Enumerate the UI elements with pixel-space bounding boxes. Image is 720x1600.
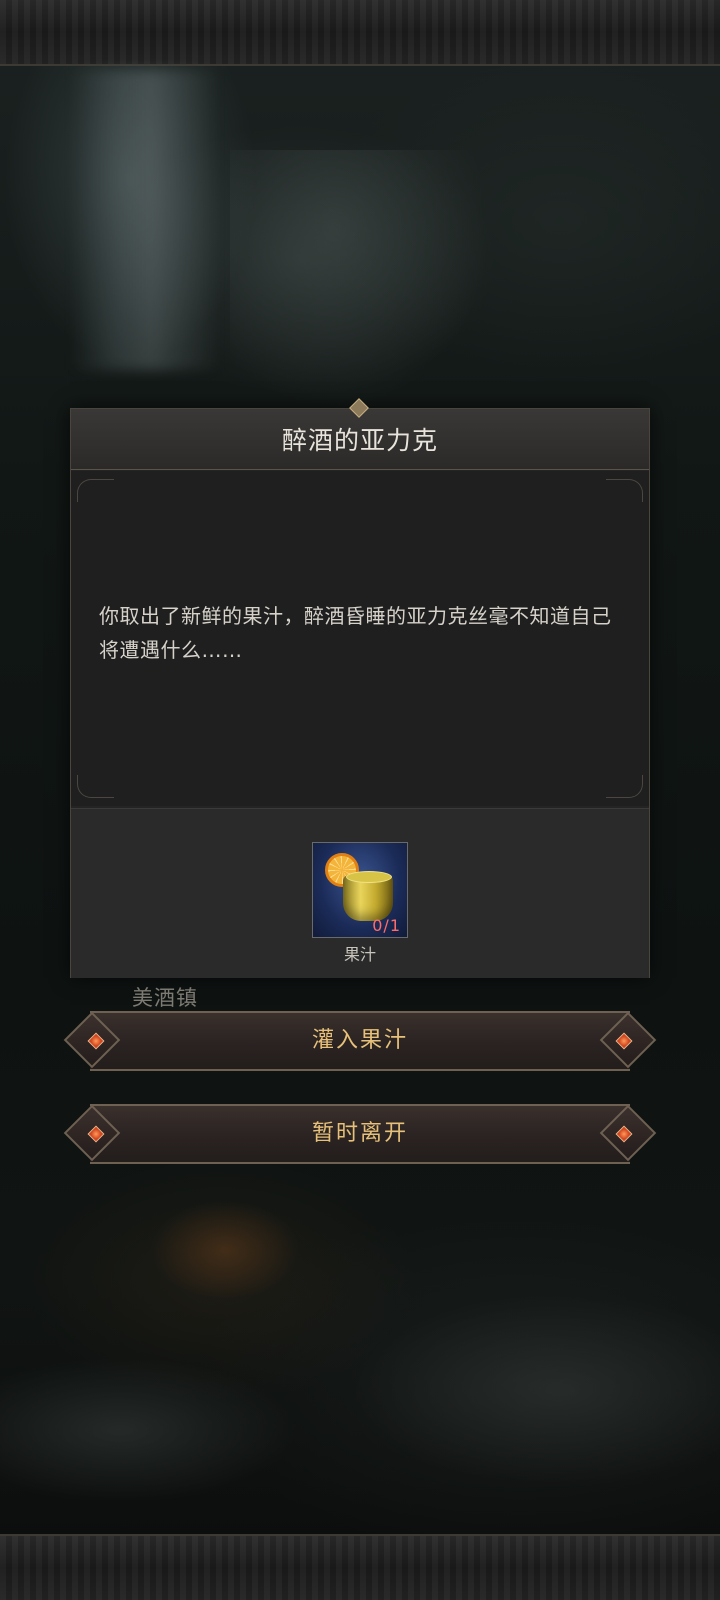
dialog-body: 你取出了新鲜的果汁，醉酒昏睡的亚力克丝毫不知道自己将遭遇什么…… bbox=[71, 471, 649, 806]
dialog-header: 醉酒的亚力克 bbox=[71, 398, 649, 470]
top-frame-border bbox=[0, 0, 720, 66]
required-items-panel: 0/1 果汁 bbox=[71, 808, 649, 978]
leave-label: 暂时离开 bbox=[311, 1121, 408, 1146]
location-label: 美酒镇 bbox=[132, 986, 198, 1010]
pour-juice-label: 灌入果汁 bbox=[311, 1028, 408, 1053]
background-waterfall bbox=[70, 70, 220, 370]
item-slot-juice[interactable]: 0/1 bbox=[312, 842, 408, 938]
leave-button[interactable]: 暂时离开 bbox=[63, 1104, 657, 1164]
background-campfire bbox=[150, 1200, 300, 1300]
story-text: 你取出了新鲜的果汁，醉酒昏睡的亚力克丝毫不知道自己将遭遇什么…… bbox=[99, 604, 612, 662]
game-screen: 醉酒的亚力克 你取出了新鲜的果汁，醉酒昏睡的亚力克丝毫不知道自己将遭遇什么…… … bbox=[0, 0, 720, 1600]
event-dialog: 醉酒的亚力克 你取出了新鲜的果汁，醉酒昏睡的亚力克丝毫不知道自己将遭遇什么…… … bbox=[70, 398, 650, 978]
dialog-title: 醉酒的亚力克 bbox=[281, 426, 438, 455]
corner-ornament-icon bbox=[77, 479, 114, 502]
background-hills bbox=[0, 1250, 720, 1500]
corner-ornament-icon bbox=[606, 479, 643, 502]
header-ornament-icon bbox=[349, 398, 369, 418]
corner-ornament-icon bbox=[77, 775, 114, 798]
corner-ornament-icon bbox=[606, 775, 643, 798]
item-name: 果汁 bbox=[343, 945, 376, 964]
item-count: 0/1 bbox=[372, 916, 401, 935]
pour-juice-button[interactable]: 灌入果汁 bbox=[63, 1011, 657, 1071]
background-cliff bbox=[230, 150, 490, 410]
juice-cup-icon bbox=[343, 871, 393, 921]
bottom-frame-border bbox=[0, 1534, 720, 1600]
